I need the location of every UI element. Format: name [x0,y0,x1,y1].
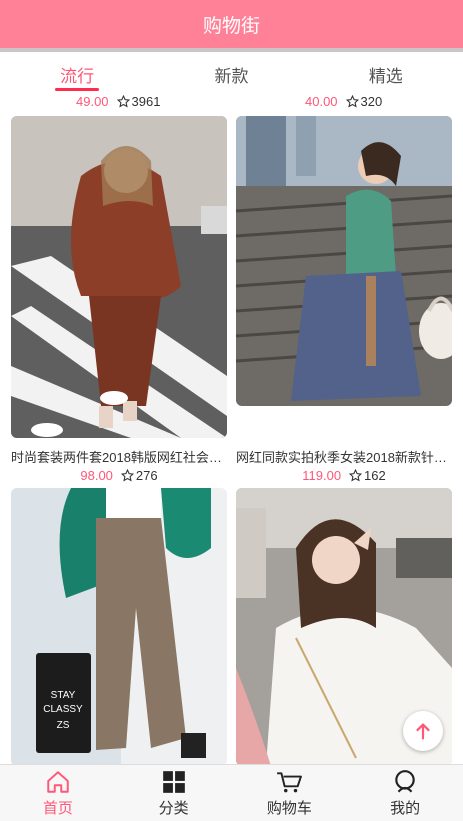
category-icon [162,770,185,793]
goods-favorites: 3961 [116,94,161,109]
goods-title: 时尚套装两件套2018韩版网红社会毛衣女宽松加厚 [11,450,227,465]
tab-label: 新款 [214,67,249,86]
back-to-top-button[interactable] [403,711,443,751]
star-icon [345,95,359,108]
tabbar-label: 我的 [390,799,421,817]
goods-image[interactable]: STAY CLASSY ZS [11,488,227,766]
tabbar-label: 分类 [158,799,189,817]
goods-photo [11,116,227,438]
goods-price: 98.00 [80,468,113,483]
tab-popular[interactable]: 流行 [0,52,154,92]
goods-item-text: 网红同款实拍秋季女装2018新款针织开衫格子半身裙 119.00 162 [236,406,452,483]
tab-new[interactable]: 新款 [154,52,308,92]
arrow-up-icon [416,723,430,740]
goods-image[interactable] [11,116,227,438]
tabbar-item-profile[interactable]: 我的 [347,765,463,821]
tabbar-label: 首页 [42,799,73,817]
tab-control: 流行 新款 精选 [0,52,463,92]
favorites-count: 320 [360,94,383,109]
nav-bar: 购物街 [0,0,463,48]
tab-label: 精选 [368,67,403,86]
goods-meta: 119.00 162 [236,468,452,483]
nav-title: 购物街 [202,15,260,37]
favorites-count: 162 [364,468,386,483]
svg-text:STAY: STAY [51,690,76,701]
goods-price: 49.00 [76,94,109,109]
goods-favorites: 162 [349,468,386,483]
goods-item[interactable]: STAY CLASSY ZS [11,488,227,766]
cart-icon [277,771,303,792]
goods-meta: 98.00 276 [11,468,227,483]
tab-label: 流行 [60,67,95,86]
goods-price: 40.00 [305,94,338,109]
goods-item[interactable]: 时尚套装两件套2018韩版网红社会毛衣女宽松加厚 98.00 276 [11,116,227,483]
favorites-count: 3961 [131,94,161,109]
goods-meta: 40.00 320 [305,94,382,109]
star-icon [349,469,363,482]
goods-favorites: 320 [345,94,383,109]
tabbar-label: 购物车 [266,799,312,817]
tabbar-item-cart[interactable]: 购物车 [232,765,348,821]
goods-image[interactable] [236,116,452,406]
tabbar-item-home[interactable]: 首页 [0,765,116,821]
goods-favorites: 276 [120,468,158,483]
svg-text:ZS: ZS [57,720,70,731]
svg-text:CLASSY: CLASSY [43,704,83,715]
favorites-count: 276 [135,468,158,483]
goods-photo: STAY CLASSY ZS [11,488,227,766]
star-icon [116,95,130,108]
goods-photo [236,116,452,406]
goods-title: 网红同款实拍秋季女装2018新款针织开衫格子半身裙 [236,450,452,465]
star-icon [120,469,134,482]
goods-item[interactable] [236,116,452,406]
goods-meta: 49.00 3961 [76,94,160,109]
tab-selected[interactable]: 精选 [309,52,463,92]
tabbar-item-category[interactable]: 分类 [116,765,232,821]
profile-icon [395,769,415,792]
bottom-tab-bar: 首页 分类 购物车 我的 [0,764,463,821]
previous-goods-row: 49.00 3961 40.00 320 [0,92,463,112]
goods-price: 119.00 [302,468,342,483]
home-icon [47,770,69,793]
